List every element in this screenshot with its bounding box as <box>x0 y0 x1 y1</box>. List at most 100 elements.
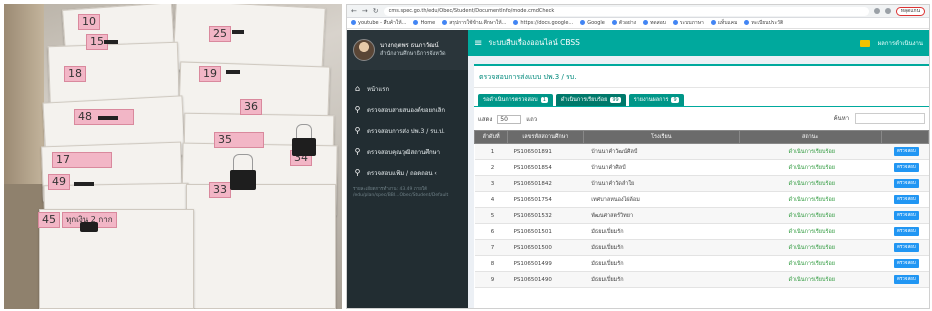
sidebar-note: รายละเอียดการทำงาน: 43.49 ภายใต้ /edu/pl… <box>353 187 449 198</box>
address-bar-row: ← → ↻ cms.spec.go.th/edu/Obec/Student/Do… <box>347 5 929 18</box>
col-header-status[interactable]: สถานะ <box>738 130 882 144</box>
sidebar-item-cancel-check[interactable]: ⚲ ตรวจสอบสายสนองต์ขอยกเลิก <box>347 99 468 120</box>
profile-button[interactable]: หลุดแกน <box>895 6 925 16</box>
label-17: 17 <box>52 152 112 168</box>
extension-icon[interactable] <box>873 8 880 14</box>
bookmark-item[interactable]: Google <box>580 20 605 26</box>
user-info: นางกฤตพร ธนภาวัฒน์ สำนักงานศึกษาธิการจัง… <box>380 42 446 58</box>
top-link[interactable]: ผลการดำเนินงาน <box>878 38 923 48</box>
user-name: นางกฤตพร ธนภาวัฒน์ <box>380 42 439 49</box>
bookmark-icon <box>643 20 649 25</box>
table-row: 5 PS106501532 พัฒนศาสตร์วิทยา ดำเนินการเรีย… <box>474 207 929 224</box>
bookmark-item[interactable]: ระบบภาษา <box>672 19 704 27</box>
bookmark-item[interactable]: Home <box>413 20 435 26</box>
label-19: 19 <box>199 66 221 82</box>
results-table: ลำดับที่ เลขรหัสสถานศึกษา โรงเรียน สถานะ… <box>473 130 929 288</box>
bookmark-item[interactable]: youtube - สืบค้าให้... <box>351 19 406 27</box>
search-icon: ⚲ <box>354 147 361 156</box>
user-panel: นางกฤตพร ธนภาวัฒน์ สำนักงานศึกษาธิการจัง… <box>347 30 468 70</box>
bookmark-item[interactable]: สรุปการใช้ข้าม.ศึกษาให้... <box>442 19 506 27</box>
inspect-button[interactable]: ตรวจสอบ <box>893 227 919 236</box>
sidebar-menu: ⌂ หน้าแรก ⚲ ตรวจสอบสายสนองต์ขอยกเลิก ⚲ ตรวจ… <box>347 78 468 183</box>
bookmark-icon <box>413 20 419 25</box>
table-header-row: ลำดับที่ เลขรหัสสถานศึกษา โรงเรียน สถานะ <box>473 130 929 144</box>
tab-completed[interactable]: ดำเนินการเรียบร้อย 99 <box>555 94 626 106</box>
inspect-button[interactable]: ตรวจสอบ <box>893 147 919 156</box>
sidebar-item-qualification[interactable]: ⚲ ตรวจสอบคุณวุฒิสถานศึกษา <box>347 141 468 162</box>
content-panel: ตรวจสอบการส่งแบบ ปพ.3 / รบ. รอดำเนินการต… <box>473 64 929 308</box>
col-header-action <box>880 130 929 144</box>
inspect-button[interactable]: ตรวจสอบ <box>893 243 919 252</box>
forward-icon[interactable]: → <box>362 7 368 15</box>
bookmark-item[interactable]: แท็บแคม <box>710 19 737 27</box>
star-icon[interactable] <box>884 8 891 14</box>
binder-clip-wire <box>233 154 253 170</box>
inspect-button[interactable]: ตรวจสอบ <box>893 195 919 204</box>
search-icon: ⚲ <box>354 168 361 177</box>
search-label: ค้นหา <box>833 115 850 122</box>
label-33: 33 <box>209 182 231 198</box>
back-icon[interactable]: ← <box>351 7 357 15</box>
table-controls: แสดง 50 แถว ค้นหา <box>474 107 929 130</box>
col-header-school[interactable]: โรงเรียน <box>582 130 740 144</box>
table-row: 3 PS106501842 บ้านนาคำวัดลำใย ดำเนินการเรีย… <box>474 175 929 192</box>
bookmark-icon <box>710 20 716 25</box>
redaction-bar <box>232 30 244 34</box>
page-length-select[interactable]: 50 <box>497 114 522 124</box>
bookmark-item[interactable]: https://docs.google... <box>513 20 573 26</box>
binder-clip <box>80 222 98 232</box>
label-36: 36 <box>240 99 262 115</box>
bookmark-icon <box>442 20 448 25</box>
web-app: นางกฤตพร ธนภาวัฒน์ สำนักงานศึกษาธิการจัง… <box>347 30 929 308</box>
bookmark-item[interactable]: ทะเบียนประวัติ <box>744 19 783 27</box>
label-35: 35 <box>214 132 264 148</box>
bookmark-icon <box>351 20 356 25</box>
table-row: 6 PS106501501 มัธยมเปี่ยมรัก ดำเนินการเรียบ… <box>474 223 929 240</box>
table-row: 8 PS106501499 มัธยมเปี่ยมรัก ดำเนินการเรียบ… <box>474 255 929 272</box>
redaction-bar <box>74 182 94 186</box>
search-input[interactable] <box>855 113 925 124</box>
bookmark-icon <box>672 20 678 25</box>
search-icon: ⚲ <box>354 105 361 114</box>
mail-icon[interactable] <box>859 39 870 47</box>
inspect-button[interactable]: ตรวจสอบ <box>893 163 919 172</box>
panel-title: ตรวจสอบการส่งแบบ ปพ.3 / รบ. <box>474 66 929 88</box>
binder-clip <box>292 138 316 156</box>
sidebar-item-home[interactable]: ⌂ หน้าแรก <box>347 78 468 99</box>
bookmark-icon <box>744 20 750 25</box>
tab-bar: รอดำเนินการตรวจสอบ 1 ดำเนินการเรียบร้อย 99… <box>474 88 929 107</box>
table-row: 9 PS106501490 มัธยมเปี่ยมรัก ดำเนินการเรียบ… <box>474 271 929 288</box>
sidebar-item-por3-check[interactable]: ⚲ ตรวจสอบการส่ง ปพ.3 / รบ.ป. <box>347 120 468 141</box>
label-18: 18 <box>64 66 86 82</box>
main-content: ≡ ระบบสืบเรื่องออนไลน์ CBSS ผลการดำเนินง… <box>468 30 929 308</box>
browser-window: ← → ↻ cms.spec.go.th/edu/Obec/Student/Do… <box>346 4 930 309</box>
reload-icon[interactable]: ↻ <box>373 7 379 15</box>
bookmark-item[interactable]: ทดสอบ <box>643 19 666 27</box>
sidebar-item-files[interactable]: ⚲ ตรวจสอบแฟ้ม / ถอดถอน ‹ <box>347 162 468 183</box>
home-icon: ⌂ <box>354 84 361 93</box>
search-icon: ⚲ <box>354 126 361 135</box>
col-header-index[interactable]: ลำดับที่ <box>473 130 509 144</box>
col-header-code[interactable]: เลขรหัสสถานศึกษา <box>507 130 584 144</box>
tab-count-badge: 99 <box>610 97 621 103</box>
bookmark-icon <box>513 20 519 25</box>
bookmarks-bar: youtube - สืบค้าให้... Home สรุปการใช้ข้… <box>347 18 929 29</box>
bookmark-icon <box>580 20 586 25</box>
table-row: 2 PS106501854 บ้านนาคำศิลป์ ดำเนินการเรียบร… <box>474 159 929 176</box>
app-title: ระบบสืบเรื่องออนไลน์ CBSS <box>488 38 580 47</box>
table-row: 7 PS106501500 มัธยมเปี่ยมรัก ดำเนินการเรียบ… <box>474 239 929 256</box>
tab-pending[interactable]: รอดำเนินการตรวจสอบ 1 <box>478 94 553 106</box>
sidebar: นางกฤตพร ธนภาวัฒน์ สำนักงานศึกษาธิการจัง… <box>347 30 468 308</box>
inspect-button[interactable]: ตรวจสอบ <box>893 179 919 188</box>
bookmark-icon <box>611 20 617 25</box>
url-field[interactable]: cms.spec.go.th/edu/Obec/Student/Document… <box>383 6 869 16</box>
envelope <box>186 184 336 309</box>
inspect-button[interactable]: ตรวจสอบ <box>893 259 919 268</box>
tab-report[interactable]: รายงานผลการ 9 <box>628 94 684 106</box>
inspect-button[interactable]: ตรวจสอบ <box>893 211 919 220</box>
menu-toggle-icon[interactable]: ≡ <box>474 38 482 49</box>
label-45: 45 <box>38 212 60 228</box>
inspect-button[interactable]: ตรวจสอบ <box>893 275 919 284</box>
bookmark-item[interactable]: ตัวอย่าง <box>611 19 636 27</box>
table-row: 1 PS106501891 บ้านนาคำวัฒน์ศิลป์ ดำเนินการเ… <box>474 143 929 160</box>
